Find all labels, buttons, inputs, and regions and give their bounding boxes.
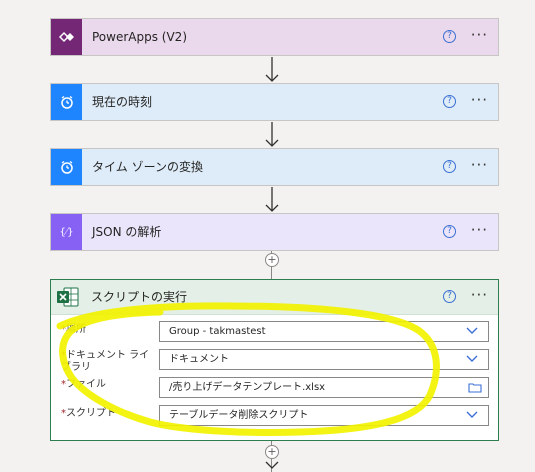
more-options-icon[interactable]: ··· [471, 214, 488, 250]
arrow-down-icon [265, 57, 279, 82]
arrow-down-icon [265, 461, 279, 469]
alarm-clock-icon [51, 149, 82, 185]
arrow-down-icon [265, 122, 279, 147]
step-title: スクリプトの実行 [91, 290, 188, 304]
powerapps-icon [51, 19, 82, 55]
help-icon[interactable]: ? [443, 225, 456, 238]
step-title: PowerApps (V2) [92, 30, 187, 44]
document-library-label: *ドキュメント ライブラリ [61, 350, 150, 373]
help-icon[interactable]: ? [443, 95, 456, 108]
chevron-down-icon [466, 327, 478, 334]
file-picker[interactable]: /売り上げデータテンプレート.xlsx [159, 377, 489, 398]
folder-icon[interactable] [468, 382, 482, 393]
step-powerapps[interactable]: PowerApps (V2) ? ··· [50, 18, 499, 56]
script-dropdown[interactable]: テーブルデータ削除スクリプト [159, 405, 489, 426]
document-library-dropdown[interactable]: ドキュメント [159, 349, 489, 370]
help-icon[interactable]: ? [443, 30, 456, 43]
add-step-button[interactable]: + [265, 253, 279, 267]
excel-icon [57, 287, 79, 307]
json-braces-icon: {⁄} [51, 214, 82, 250]
step-title: 現在の時刻 [92, 95, 153, 109]
chevron-down-icon [466, 411, 478, 418]
step-parse-json[interactable]: {⁄} JSON の解析 ? ··· [50, 213, 499, 251]
more-options-icon[interactable]: ··· [471, 84, 488, 120]
step-header[interactable]: スクリプトの実行 ? ··· [51, 280, 498, 315]
chevron-down-icon [466, 355, 478, 362]
script-label: *スクリプト [61, 408, 116, 419]
help-icon[interactable]: ? [443, 160, 456, 173]
file-label: *ファイル [61, 379, 106, 390]
alarm-clock-icon [51, 84, 82, 120]
more-options-icon[interactable]: ··· [471, 19, 488, 55]
location-label: *場所 [61, 324, 86, 335]
location-dropdown[interactable]: Group - takmastest [159, 321, 489, 342]
step-convert-time-zone[interactable]: タイム ゾーンの変換 ? ··· [50, 148, 499, 186]
more-options-icon[interactable]: ··· [471, 149, 488, 185]
add-step-button[interactable]: + [265, 445, 279, 459]
arrow-down-icon [265, 187, 279, 212]
help-icon[interactable]: ? [443, 290, 456, 303]
more-options-icon[interactable]: ··· [471, 280, 488, 314]
step-title: タイム ゾーンの変換 [92, 160, 203, 174]
step-run-script[interactable]: スクリプトの実行 ? ··· *場所 Group - takmastest *ド… [50, 279, 499, 441]
step-current-time[interactable]: 現在の時刻 ? ··· [50, 83, 499, 121]
step-title: JSON の解析 [92, 225, 162, 239]
